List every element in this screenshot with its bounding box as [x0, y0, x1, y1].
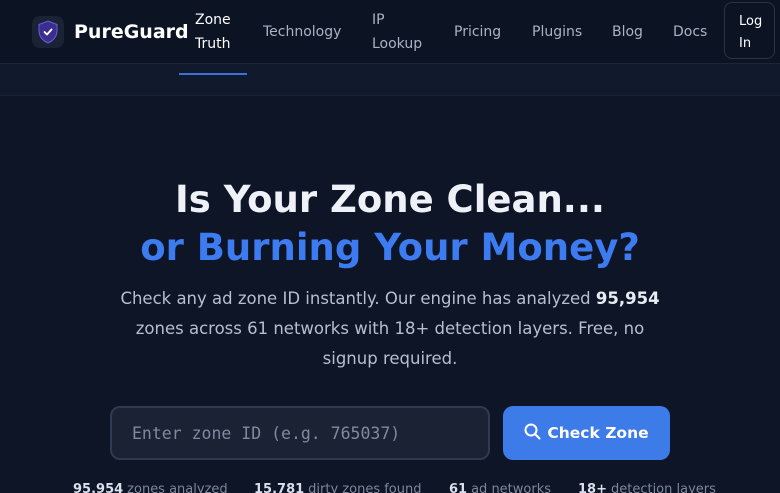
top-nav: PureGuard Zone Truth Technology IP Looku…: [0, 0, 780, 64]
stat-dirty-zones: 15,781 dirty zones found: [254, 482, 421, 493]
stat-ad-networks: 61 ad networks: [449, 482, 551, 493]
check-zone-button[interactable]: Check Zone: [503, 406, 670, 460]
stat-value: 61: [449, 482, 468, 493]
sub-bar: [0, 64, 780, 96]
check-zone-label: Check Zone: [547, 424, 649, 442]
search-icon: [524, 423, 541, 444]
stat-label: dirty zones found: [308, 482, 422, 493]
hero-description: Check any ad zone ID instantly. Our engi…: [110, 284, 670, 374]
stat-value: 15,781: [254, 482, 305, 493]
hero-subtitle: or Burning Your Money?: [140, 226, 640, 269]
login-button[interactable]: Log In: [724, 2, 775, 59]
stat-detection-layers: 18+ detection layers: [578, 482, 716, 493]
stat-value: 95,954: [73, 482, 124, 493]
hero-desc-suffix: zones across 61 networks with 18+ detect…: [135, 319, 645, 368]
shield-check-icon: [32, 16, 64, 48]
nav-plugins[interactable]: Plugins: [532, 0, 582, 64]
brand-logo[interactable]: PureGuard: [32, 16, 189, 48]
brand-name: PureGuard: [74, 21, 189, 43]
active-tab-indicator: [179, 73, 247, 75]
zone-id-input[interactable]: [110, 406, 490, 460]
nav-ip-lookup[interactable]: IP Lookup: [372, 0, 432, 64]
hero-desc-prefix: Check any ad zone ID instantly. Our engi…: [120, 289, 591, 308]
nav-docs[interactable]: Docs: [673, 0, 707, 64]
stat-zones-analyzed: 95,954 zones analyzed: [73, 482, 228, 493]
stat-value: 18+: [578, 482, 607, 493]
stat-label: detection layers: [610, 482, 716, 493]
stat-label: ad networks: [471, 482, 552, 493]
nav-blog[interactable]: Blog: [612, 0, 643, 64]
hero-title: Is Your Zone Clean...: [175, 178, 605, 221]
stats-row: 95,954 zones analyzed 15,781 dirty zones f…: [0, 482, 780, 493]
hero-desc-count: 95,954: [595, 289, 660, 308]
nav-zone-truth[interactable]: Zone Truth: [195, 0, 240, 64]
stat-label: zones analyzed: [127, 482, 228, 493]
nav-technology[interactable]: Technology: [263, 0, 341, 64]
nav-pricing[interactable]: Pricing: [454, 0, 501, 64]
